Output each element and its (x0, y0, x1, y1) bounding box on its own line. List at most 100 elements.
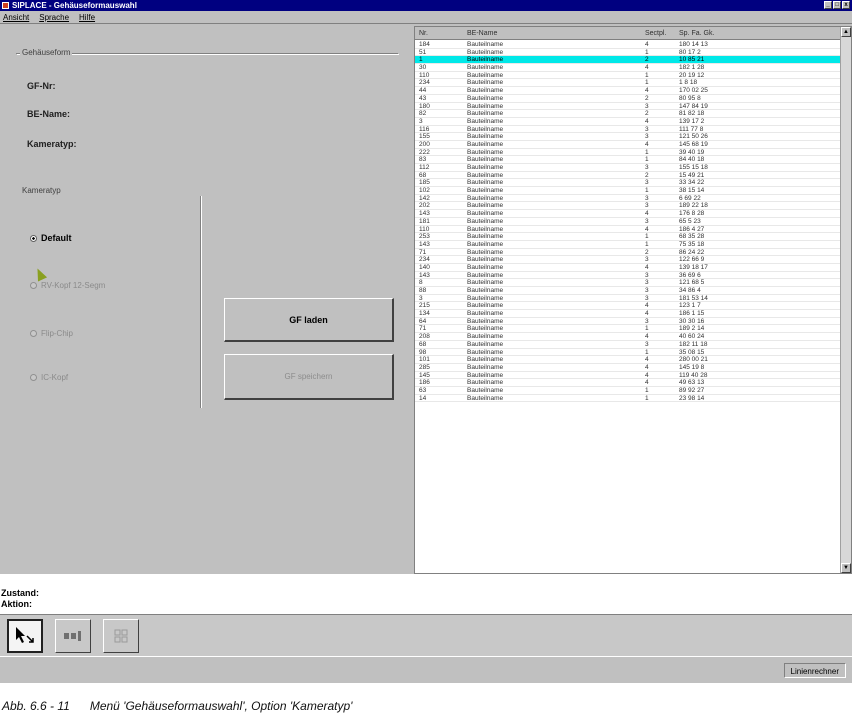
list-row[interactable]: 116 Bauteilname 3 111 77 8 (415, 126, 841, 134)
list-row[interactable]: 82 Bauteilname 2 81 82 18 (415, 110, 841, 118)
gf-laden-button[interactable]: GF laden (224, 298, 394, 342)
radio-ic-kopf-dot[interactable] (30, 374, 37, 381)
list-row[interactable]: 202 Bauteilname 3 189 22 18 (415, 202, 841, 211)
cell-be-name: Bauteilname (467, 394, 504, 402)
list-row[interactable]: 64 Bauteilname 3 30 30 16 (415, 318, 841, 326)
col-be-name-header[interactable]: BE-Name (467, 27, 497, 40)
list-row[interactable]: 134 Bauteilname 4 186 1 15 (415, 310, 841, 318)
cell-be-name: Bauteilname (467, 217, 504, 225)
scroll-up-icon[interactable]: ▲ (841, 27, 851, 37)
cell-sp-fa-gk: 121 50 26 (679, 133, 708, 141)
menu-hilfe[interactable]: Hilfe (79, 11, 95, 23)
list-row[interactable]: 285 Bauteilname 4 145 19 8 (415, 364, 841, 372)
cell-nr: 64 (419, 317, 427, 325)
list-row[interactable]: 234 Bauteilname 1 1 8 18 (415, 79, 841, 88)
list-row[interactable]: 184 Bauteilname 4 180 14 13 (415, 41, 841, 49)
cell-be-name: Bauteilname (467, 379, 504, 387)
list-row[interactable]: 253 Bauteilname 1 68 35 28 (415, 233, 841, 241)
list-row[interactable]: 51 Bauteilname 1 80 17 2 (415, 49, 841, 57)
radio-flip-chip[interactable]: Flip-Chip (30, 329, 73, 338)
list-row[interactable]: 98 Bauteilname 1 35 08 15 (415, 349, 841, 357)
list-row[interactable]: 110 Bauteilname 4 186 4 27 (415, 226, 841, 234)
gf-speichern-button[interactable]: GF speichern (224, 354, 394, 400)
list-row[interactable]: 181 Bauteilname 3 65 5 23 (415, 218, 841, 226)
cell-sectpl: 3 (645, 271, 649, 279)
menu-ansicht[interactable]: Ansicht (3, 11, 29, 23)
list-row[interactable]: 234 Bauteilname 3 122 66 9 (415, 256, 841, 264)
radio-default[interactable]: Default (30, 233, 72, 243)
list-row[interactable]: 44 Bauteilname 4 170 02 25 (415, 87, 841, 95)
list-row[interactable]: 71 Bauteilname 2 86 24 22 (415, 249, 841, 257)
cell-be-name: Bauteilname (467, 48, 504, 56)
radio-rv-kopf[interactable]: RV-Kopf 12-Segm (30, 281, 105, 290)
list-row[interactable]: 142 Bauteilname 3 6 69 22 (415, 195, 841, 203)
list-row[interactable]: 215 Bauteilname 4 123 1 7 (415, 302, 841, 311)
list-row[interactable]: 63 Bauteilname 1 89 92 27 (415, 387, 841, 395)
list-row[interactable]: 30 Bauteilname 4 182 1 28 (415, 64, 841, 72)
cell-nr: 3 (419, 117, 423, 125)
radio-rv-kopf-dot[interactable] (30, 282, 37, 289)
list-row[interactable]: 3 Bauteilname 3 181 53 14 (415, 295, 841, 303)
cell-sp-fa-gk: 111 77 8 (679, 125, 704, 133)
list-row[interactable]: 43 Bauteilname 2 80 95 8 (415, 95, 841, 103)
radio-default-dot[interactable] (30, 234, 37, 242)
list-scrollbar[interactable]: ▲ ▼ (840, 27, 851, 573)
scroll-down-icon[interactable]: ▼ (841, 563, 851, 573)
list-row[interactable]: 143 Bauteilname 4 176 8 28 (415, 210, 841, 218)
cell-nr: 143 (419, 240, 430, 248)
cell-be-name: Bauteilname (467, 56, 504, 64)
cell-nr: 51 (419, 48, 427, 56)
list-row[interactable]: 143 Bauteilname 3 36 69 6 (415, 272, 841, 280)
list-row[interactable]: 83 Bauteilname 1 84 40 18 (415, 156, 841, 164)
radio-ic-kopf[interactable]: IC-Kopf (30, 373, 68, 382)
grid-button[interactable] (103, 619, 139, 653)
list-row[interactable]: 140 Bauteilname 4 139 18 17 (415, 264, 841, 272)
list-row[interactable]: 8 Bauteilname 3 121 68 5 (415, 279, 841, 287)
list-row[interactable]: 186 Bauteilname 4 49 63 13 (415, 379, 841, 387)
cell-sp-fa-gk: 84 40 18 (679, 156, 705, 164)
cell-sp-fa-gk: 170 02 25 (679, 87, 708, 95)
cell-be-name: Bauteilname (467, 202, 504, 210)
list-row[interactable]: 102 Bauteilname 1 38 15 14 (415, 187, 841, 195)
cell-sectpl: 4 (645, 117, 649, 125)
list-row[interactable]: 200 Bauteilname 4 145 68 19 (415, 141, 841, 149)
list-row[interactable]: 71 Bauteilname 1 189 2 14 (415, 325, 841, 334)
radio-flip-chip-dot[interactable] (30, 330, 37, 337)
pointer-tool-button[interactable] (7, 619, 43, 653)
list-row[interactable]: 143 Bauteilname 1 75 35 18 (415, 241, 841, 249)
cell-sectpl: 4 (645, 302, 649, 310)
cell-be-name: Bauteilname (467, 125, 504, 133)
list-row[interactable]: 68 Bauteilname 3 182 11 18 (415, 341, 841, 349)
list-row[interactable]: 14 Bauteilname 1 23 98 14 (415, 395, 841, 403)
list-row[interactable]: 1 Bauteilname 2 10 85 21 (415, 56, 841, 65)
list-row[interactable]: 208 Bauteilname 4 40 60 24 (415, 333, 841, 341)
list-row[interactable]: 180 Bauteilname 3 147 84 19 (415, 103, 841, 111)
list-row[interactable]: 88 Bauteilname 3 34 86 4 (415, 287, 841, 295)
maximize-button[interactable]: □ (833, 1, 841, 9)
col-sectpl-header[interactable]: Sectpl. (645, 27, 666, 40)
list-row[interactable]: 68 Bauteilname 2 15 49 21 (415, 172, 841, 180)
list-row[interactable]: 155 Bauteilname 3 121 50 26 (415, 133, 841, 141)
list-row[interactable]: 222 Bauteilname 1 39 40 19 (415, 149, 841, 157)
minimize-button[interactable]: _ (824, 1, 832, 9)
list-row[interactable]: 101 Bauteilname 4 280 00 21 (415, 356, 841, 364)
cell-sp-fa-gk: 176 8 28 (679, 210, 705, 218)
close-button[interactable]: x (842, 1, 850, 9)
list-row[interactable]: 112 Bauteilname 3 155 15 18 (415, 164, 841, 172)
layout-bars-button[interactable] (55, 619, 91, 653)
list-row[interactable]: 110 Bauteilname 1 20 19 12 (415, 72, 841, 80)
list-row[interactable]: 145 Bauteilname 4 119 40 28 (415, 372, 841, 380)
cell-sectpl: 1 (645, 79, 649, 87)
list-row[interactable]: 3 Bauteilname 4 139 17 2 (415, 118, 841, 126)
cell-sp-fa-gk: 68 35 28 (679, 233, 705, 241)
cell-be-name: Bauteilname (467, 348, 504, 356)
list-row[interactable]: 185 Bauteilname 3 33 34 22 (415, 179, 841, 188)
menu-sprache[interactable]: Sprache (39, 11, 69, 23)
col-nr-header[interactable]: Nr. (419, 27, 428, 40)
col-sp-header[interactable]: Sp. Fa. Gk. (679, 27, 739, 40)
app-window: SIPLACE - Gehäuseformauswahl _ □ x Ansic… (0, 0, 852, 683)
radio-rv-kopf-label: RV-Kopf 12-Segm (41, 281, 106, 290)
cell-be-name: Bauteilname (467, 87, 504, 95)
cell-sp-fa-gk: 80 17 2 (679, 48, 701, 56)
cell-sp-fa-gk: 155 15 18 (679, 164, 708, 171)
